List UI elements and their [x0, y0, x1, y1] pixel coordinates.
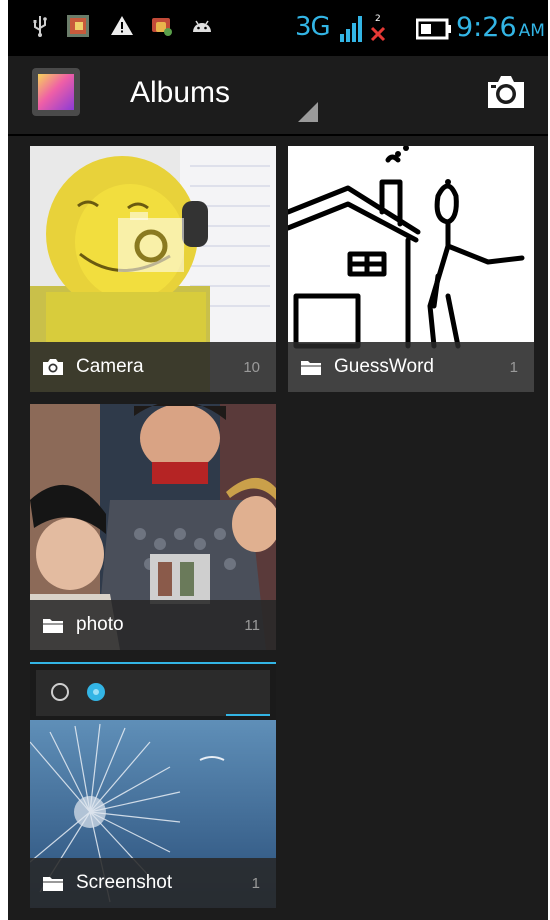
album-count: 1 [509, 359, 518, 376]
folder-icon [43, 619, 63, 633]
warning-icon [111, 16, 133, 35]
android-icon [193, 20, 211, 32]
album-count: 10 [243, 359, 260, 376]
svg-text:2: 2 [375, 14, 381, 24]
album-count: 1 [251, 875, 260, 892]
folder-icon [43, 877, 63, 891]
album-tile-guessword[interactable]: GuessWord 1 [288, 146, 534, 392]
album-view-spinner-label[interactable]: Albums [130, 76, 230, 110]
battery-icon [416, 18, 451, 40]
album-tile-camera[interactable]: Camera 10 [30, 146, 276, 392]
album-name: GuessWord [334, 356, 434, 377]
gallery-notification-icon [67, 15, 89, 37]
status-bar: 3G 2 9:26 AM [8, 0, 548, 56]
no-data-icon: 2 [370, 14, 386, 42]
album-count: 11 [244, 617, 260, 634]
camera-icon [43, 359, 63, 375]
app-notification-icon [152, 18, 172, 36]
folder-icon [301, 361, 321, 375]
clock-time: 9:26 [456, 12, 517, 43]
album-tile-photo[interactable]: photo 11 [30, 404, 276, 650]
album-name: Camera [76, 356, 144, 377]
camera-button[interactable] [484, 72, 528, 112]
album-label-bar: photo 11 [30, 600, 276, 650]
spinner-indicator-icon[interactable] [298, 102, 318, 122]
usb-icon [33, 16, 47, 37]
album-label-bar: Camera 10 [30, 342, 276, 392]
album-label-bar: GuessWord 1 [288, 342, 534, 392]
album-tile-screenshot[interactable]: Screenshot 1 [30, 662, 276, 908]
phone-screen: 3G 2 9:26 AM Albums Camera 10 GuessWord … [8, 0, 548, 920]
clock-ampm: AM [518, 21, 545, 41]
signal-icon [340, 16, 362, 42]
network-type: 3G [295, 12, 331, 42]
gallery-app-icon[interactable] [32, 68, 80, 116]
action-bar: Albums [8, 56, 548, 134]
album-name: photo [76, 614, 124, 635]
status-time: 9:26 AM [456, 12, 545, 43]
album-label-bar: Screenshot 1 [30, 858, 276, 908]
album-name: Screenshot [76, 872, 173, 893]
action-bar-divider [8, 134, 548, 136]
